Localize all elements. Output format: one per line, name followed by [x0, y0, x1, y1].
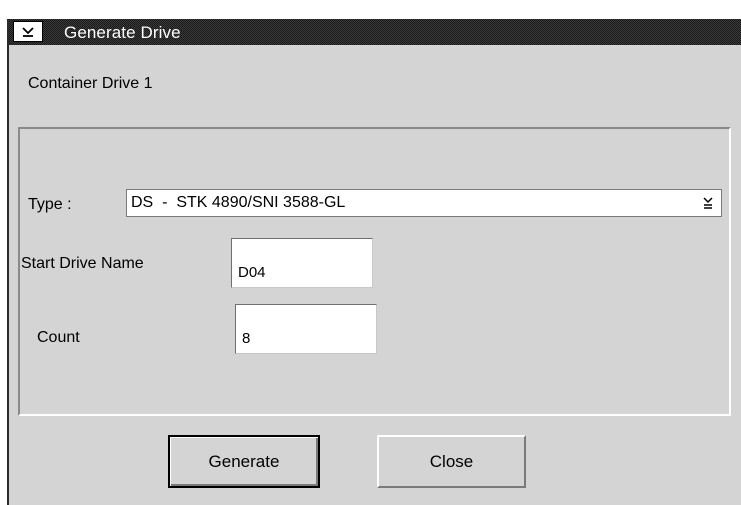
count-input[interactable]	[235, 304, 377, 354]
title-bar[interactable]: Generate Drive	[9, 19, 741, 45]
window-menu-button[interactable]	[13, 21, 43, 42]
generate-button[interactable]: Generate	[168, 435, 320, 488]
dropdown-arrow-icon[interactable]	[698, 193, 718, 213]
generate-drive-window: Generate Drive Container Drive 1 Type : …	[7, 19, 741, 505]
type-label: Type :	[28, 196, 72, 213]
window-title: Generate Drive	[64, 23, 181, 42]
start-drive-name-label: Start Drive Name	[21, 255, 144, 272]
close-button[interactable]: Close	[377, 435, 526, 488]
container-label: Container Drive 1	[28, 75, 153, 92]
type-select[interactable]: DS - STK 4890/SNI 3588-GL	[126, 189, 722, 217]
start-drive-name-input[interactable]	[231, 238, 373, 288]
type-select-value: DS - STK 4890/SNI 3588-GL	[131, 194, 346, 211]
count-label: Count	[37, 329, 80, 346]
chevron-down-icon	[22, 26, 34, 37]
